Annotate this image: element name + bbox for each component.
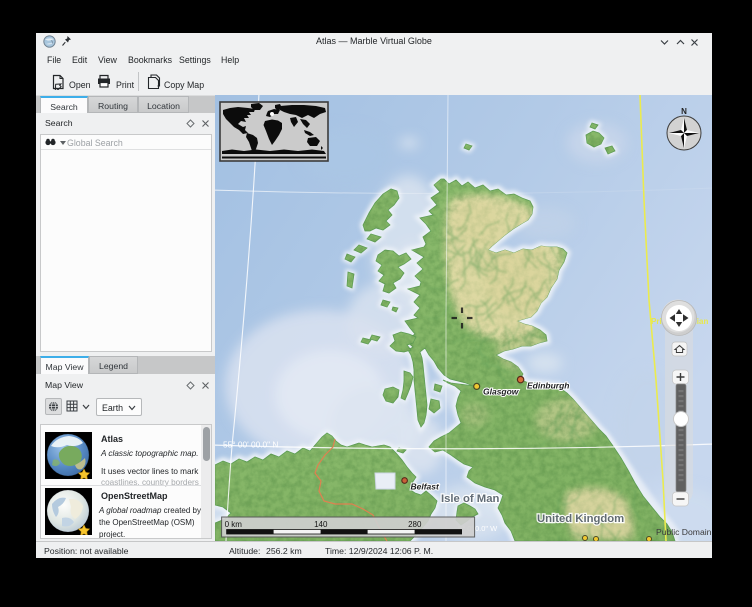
svg-text:Public Domain: Public Domain [656,527,712,537]
svg-text:Edinburgh: Edinburgh [527,381,570,391]
svg-text:N: N [681,107,687,116]
svg-text:140: 140 [314,520,328,529]
svg-text:280: 280 [408,520,422,529]
svg-text:Isle of Man: Isle of Man [441,493,499,505]
svg-text:55° 00' 00.0" N: 55° 00' 00.0" N [223,440,278,450]
svg-text:0 km: 0 km [225,520,243,529]
svg-text:Belfast: Belfast [411,482,441,492]
svg-text:United Kingdom: United Kingdom [537,513,624,525]
svg-text:Glasgow: Glasgow [483,387,520,397]
